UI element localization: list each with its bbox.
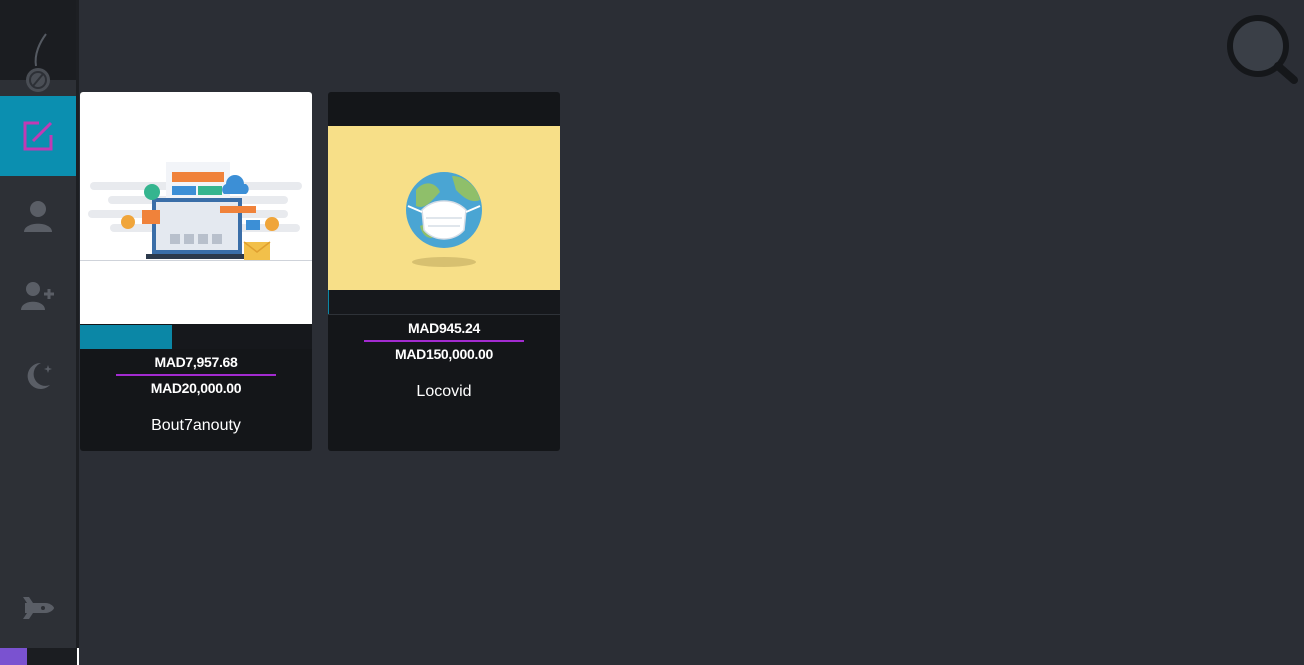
- app-logo[interactable]: [20, 32, 56, 96]
- edit-icon: [23, 121, 53, 151]
- progress-fill: [80, 325, 173, 349]
- search-button[interactable]: [1224, 14, 1298, 84]
- campaign-title[interactable]: Locovid: [328, 383, 560, 401]
- campaign-title[interactable]: Bout7anouty: [80, 417, 312, 435]
- progress-fill: [328, 290, 330, 314]
- campaign-image: [80, 92, 312, 324]
- dark-mode-icon: [27, 362, 52, 389]
- sidebar-item-theme[interactable]: [0, 336, 76, 416]
- sidebar-footer-accent: [0, 648, 27, 665]
- sidebar: [0, 0, 79, 665]
- progress-bar: [80, 325, 312, 349]
- sidebar-item-add-user[interactable]: [0, 256, 76, 336]
- amount-divider: [116, 374, 276, 376]
- sidebar-footer: [0, 648, 76, 665]
- sidebar-item-profile[interactable]: [0, 176, 76, 256]
- rocket-icon: [23, 597, 54, 619]
- campaign-card[interactable]: MAD945.24 MAD150,000.00 Locovid: [328, 92, 560, 451]
- search-icon: [1227, 15, 1298, 84]
- user-icon: [24, 201, 52, 232]
- amount-divider: [364, 340, 524, 342]
- raised-amount: MAD945.24: [407, 320, 480, 336]
- goal-amount: MAD20,000.00: [150, 380, 242, 396]
- goal-amount: MAD150,000.00: [394, 346, 494, 362]
- divider-line: [77, 648, 79, 665]
- raised-amount: MAD7,957.68: [154, 354, 238, 370]
- campaign-image: [328, 126, 560, 290]
- progress-bar: [328, 290, 560, 314]
- campaign-card[interactable]: MAD7,957.68 MAD20,000.00 Bout7anouty: [80, 92, 312, 451]
- add-user-icon: [21, 282, 54, 310]
- progress-separator: [328, 314, 560, 315]
- sidebar-item-edit[interactable]: [0, 96, 76, 176]
- sidebar-item-launch[interactable]: [0, 568, 76, 648]
